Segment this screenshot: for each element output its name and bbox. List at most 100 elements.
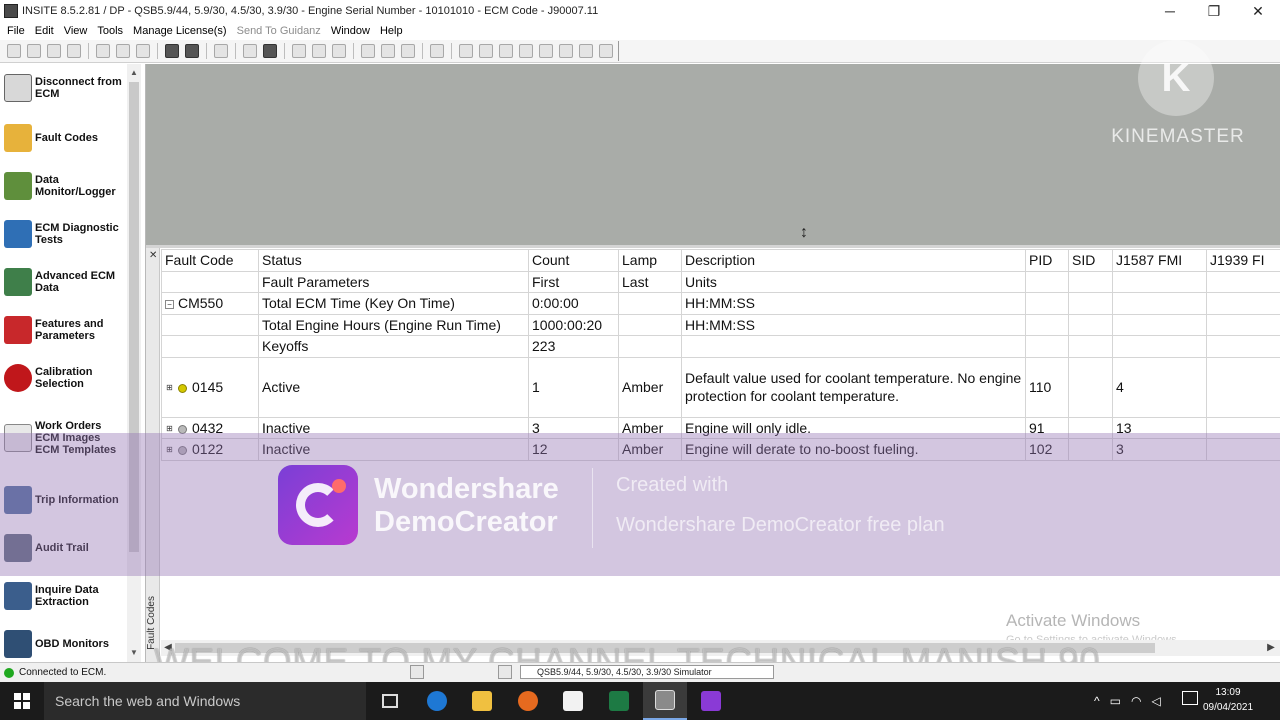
close-button[interactable]: ✕ — [1236, 0, 1280, 22]
action-center-icon[interactable] — [1182, 691, 1198, 705]
tool-save-icon[interactable] — [67, 44, 81, 58]
export-icon[interactable] — [312, 44, 326, 58]
close-panel-icon[interactable]: ✕ — [149, 250, 157, 261]
taskbar-excel[interactable] — [597, 682, 641, 720]
empty-cell — [1206, 335, 1280, 358]
menu-view[interactable]: View — [59, 25, 93, 37]
chart-icon[interactable] — [599, 44, 613, 58]
taskbar-search-input[interactable]: Search the web and Windows — [44, 682, 366, 720]
new-document-icon[interactable] — [430, 44, 444, 58]
column-header[interactable]: SID — [1068, 249, 1113, 272]
report-icon[interactable] — [243, 44, 257, 58]
table-row[interactable]: Keyoffs 223 — [161, 335, 1280, 358]
print-preview-icon[interactable] — [185, 44, 199, 58]
sidebar-item-diagnostic-tests[interactable]: ECM Diagnostic Tests — [0, 212, 126, 256]
sidebar-item-calibration[interactable]: Calibration Selection — [0, 356, 126, 400]
pause-icon[interactable] — [519, 44, 533, 58]
back-icon[interactable] — [292, 44, 306, 58]
ecm-info-status[interactable]: QSB5.9/44, 5.9/30, 4.5/30, 3.9/30 Simula… — [520, 665, 774, 679]
column-header[interactable]: Status — [258, 249, 529, 272]
filter-icon[interactable] — [401, 44, 415, 58]
task-view-button[interactable] — [368, 682, 412, 720]
empty-cell — [1206, 356, 1280, 418]
tool-connect-icon[interactable] — [7, 44, 21, 58]
tray-overflow-icon[interactable]: ^ — [1094, 694, 1100, 708]
copy-icon[interactable] — [116, 44, 130, 58]
maximize-button[interactable]: ❐ — [1192, 0, 1236, 22]
start-button[interactable] — [0, 682, 44, 720]
wifi-icon[interactable]: ◠ — [1131, 694, 1141, 708]
fault-status: Active — [258, 356, 529, 418]
sidebar-item-obd[interactable]: OBD Monitors — [0, 622, 126, 666]
minimize-button[interactable]: ─ — [1148, 0, 1192, 22]
menu-edit[interactable]: Edit — [30, 25, 59, 37]
kinemaster-text: KINEMASTER — [1111, 126, 1245, 147]
column-header[interactable]: J1939 FI — [1206, 249, 1280, 272]
menu-manage-licenses[interactable]: Manage License(s) — [128, 25, 232, 37]
snapshot-icon[interactable] — [559, 44, 573, 58]
volume-icon[interactable]: ◁ — [1151, 694, 1160, 708]
param-last-cell — [618, 292, 682, 315]
scroll-down-icon[interactable]: ▼ — [127, 646, 141, 660]
table-row[interactable]: − CM550 Total ECM Time (Key On Time) 0:00… — [161, 292, 1280, 315]
taskbar-democreator[interactable] — [689, 682, 733, 720]
empty-cell — [161, 335, 259, 358]
grid-icon[interactable] — [579, 44, 593, 58]
column-header[interactable]: J1587 FMI — [1112, 249, 1207, 272]
menu-file[interactable]: File — [2, 25, 30, 37]
disconnect-icon — [4, 74, 32, 102]
param-units-cell: HH:MM:SS — [681, 292, 1026, 315]
fault-code-table: Fault Code Status Count Lamp Description… — [161, 249, 1280, 461]
menu-send-to-guidanz[interactable]: Send To Guidanz — [232, 25, 326, 37]
battery-icon[interactable]: ▭ — [1110, 694, 1121, 708]
column-header[interactable]: Lamp — [618, 249, 682, 272]
param-first-cell: 1000:00:20 — [528, 313, 619, 336]
column-header[interactable]: Fault Code — [161, 249, 259, 272]
activate-windows-title: Activate Windows — [1006, 611, 1141, 630]
menu-tools[interactable]: Tools — [92, 25, 128, 37]
table-row[interactable]: Total Engine Hours (Engine Run Time) 100… — [161, 313, 1280, 336]
taskbar-insite[interactable] — [643, 682, 687, 720]
tool-disconnect-icon[interactable] — [27, 44, 41, 58]
sidebar-item-fault-codes[interactable]: Fault Codes — [0, 116, 126, 160]
taskbar-edge[interactable] — [415, 682, 459, 720]
taskbar-firefox[interactable] — [506, 682, 550, 720]
import-icon[interactable] — [332, 44, 346, 58]
fault-code-cell[interactable]: ⊞ 0145 — [161, 356, 259, 418]
cut-icon[interactable] — [96, 44, 110, 58]
menu-help[interactable]: Help — [375, 25, 408, 37]
sidebar-item-disconnect[interactable]: Disconnect from ECM — [0, 66, 126, 110]
lamp-indicator-icon — [178, 383, 187, 393]
taskbar-store[interactable] — [551, 682, 595, 720]
play-icon[interactable] — [499, 44, 513, 58]
column-header[interactable]: PID — [1025, 249, 1069, 272]
window-title: INSITE 8.5.2.81 / DP - QSB5.9/44, 5.9/30… — [22, 5, 599, 17]
guidanz-icon[interactable] — [263, 44, 277, 58]
record-icon[interactable] — [459, 44, 473, 58]
sidebar-item-inquire[interactable]: Inquire Data Extraction — [0, 574, 126, 618]
column-header[interactable]: Description — [681, 249, 1026, 272]
paste-icon[interactable] — [136, 44, 150, 58]
column-header[interactable]: Count — [528, 249, 619, 272]
stop-record-icon[interactable] — [479, 44, 493, 58]
menu-window[interactable]: Window — [326, 25, 375, 37]
scroll-right-icon[interactable]: ▶ — [1264, 640, 1278, 656]
scroll-up-icon[interactable]: ▲ — [127, 66, 141, 80]
pane-splitter[interactable] — [146, 245, 1280, 248]
tool-refresh-icon[interactable] — [47, 44, 61, 58]
stop-icon[interactable] — [539, 44, 553, 58]
sort-icon[interactable] — [361, 44, 375, 58]
collapse-icon[interactable]: − — [165, 300, 174, 310]
expand-icon[interactable]: ⊞ — [165, 383, 174, 393]
group-icon[interactable] — [381, 44, 395, 58]
print-icon[interactable] — [165, 44, 179, 58]
find-icon[interactable] — [214, 44, 228, 58]
fault-row[interactable]: ⊞ 0145 Active 1 Amber Default value used … — [161, 356, 1280, 418]
sidebar-item-data-monitor[interactable]: Data Monitor/Logger — [0, 164, 126, 208]
fault-lamp: Amber — [618, 356, 682, 418]
sidebar-item-features[interactable]: Features and Parameters — [0, 308, 126, 352]
taskbar-clock[interactable]: 13:09 09/04/2021 — [1202, 685, 1254, 715]
taskbar-explorer[interactable] — [460, 682, 504, 720]
sidebar-item-advanced-ecm[interactable]: Advanced ECM Data — [0, 260, 126, 304]
ecm-group-cell[interactable]: − CM550 — [161, 292, 259, 315]
